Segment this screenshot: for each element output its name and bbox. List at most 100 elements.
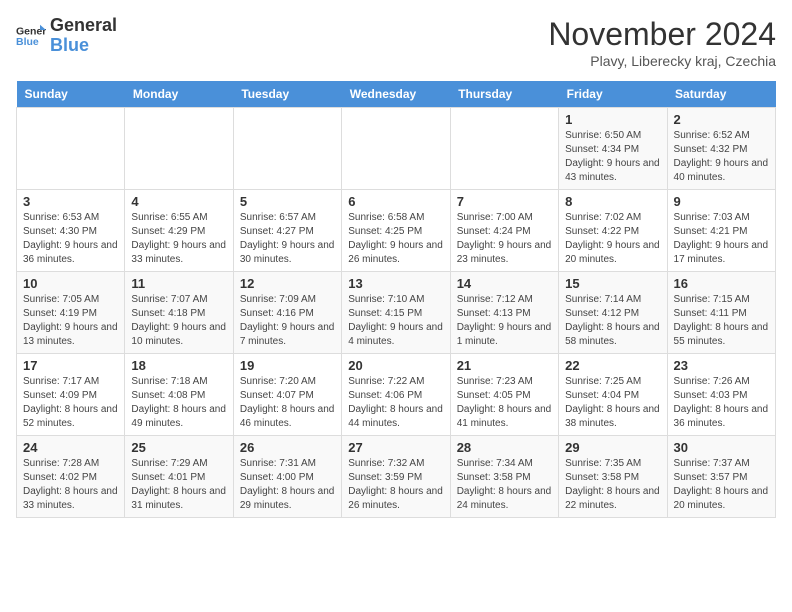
day-number: 29 [565,440,660,455]
title-block: November 2024 Plavy, Liberecky kraj, Cze… [548,16,776,69]
calendar-cell: 9Sunrise: 7:03 AM Sunset: 4:21 PM Daylig… [667,190,775,272]
calendar-cell: 12Sunrise: 7:09 AM Sunset: 4:16 PM Dayli… [233,272,341,354]
page-header: General Blue General Blue November 2024 … [16,16,776,69]
day-number: 15 [565,276,660,291]
day-number: 14 [457,276,552,291]
calendar-cell: 28Sunrise: 7:34 AM Sunset: 3:58 PM Dayli… [450,436,558,518]
day-number: 19 [240,358,335,373]
day-info: Sunrise: 7:02 AM Sunset: 4:22 PM Dayligh… [565,211,660,267]
weekday-header-wednesday: Wednesday [342,81,450,108]
weekday-header-tuesday: Tuesday [233,81,341,108]
day-info: Sunrise: 7:20 AM Sunset: 4:07 PM Dayligh… [240,375,335,431]
calendar-cell: 5 Sunrise: 6:57 AM Sunset: 4:27 PM Daylig… [233,190,341,272]
calendar-cell [125,108,233,190]
calendar-week-5: 24 Sunrise: 7:28 AM Sunset: 4:02 PM Dayli… [17,436,776,518]
day-number: 21 [457,358,552,373]
calendar-week-2: 3 Sunrise: 6:53 AM Sunset: 4:30 PM Daylig… [17,190,776,272]
logo-text-general: General [50,16,117,36]
calendar-cell: 24 Sunrise: 7:28 AM Sunset: 4:02 PM Dayli… [17,436,125,518]
weekday-header-friday: Friday [559,81,667,108]
day-number: 18 [131,358,226,373]
day-info: Sunrise: 7:14 AM Sunset: 4:12 PM Dayligh… [565,293,660,349]
day-number: 10 [23,276,118,291]
day-number: 2 [674,112,769,127]
day-number: 22 [565,358,660,373]
day-number: 13 [348,276,443,291]
day-number: 8 [565,194,660,209]
logo-text-blue: Blue [50,36,117,56]
day-info: Sunrise: 7:12 AM Sunset: 4:13 PM Dayligh… [457,293,552,349]
calendar-cell: 16 Sunrise: 7:15 AM Sunset: 4:11 PM Dayli… [667,272,775,354]
day-number: 23 [674,358,769,373]
calendar-cell [342,108,450,190]
calendar-cell: 20Sunrise: 7:22 AM Sunset: 4:06 PM Dayli… [342,354,450,436]
day-info: Sunrise: 7:31 AM Sunset: 4:00 PM Dayligh… [240,457,335,513]
day-info: Sunrise: 6:58 AM Sunset: 4:25 PM Dayligh… [348,211,443,267]
day-info: Sunrise: 7:10 AM Sunset: 4:15 PM Dayligh… [348,293,443,349]
calendar-cell: 26 Sunrise: 7:31 AM Sunset: 4:00 PM Dayli… [233,436,341,518]
calendar-cell: 23 Sunrise: 7:26 AM Sunset: 4:03 PM Dayli… [667,354,775,436]
calendar-cell: 6Sunrise: 6:58 AM Sunset: 4:25 PM Daylig… [342,190,450,272]
day-info: Sunrise: 7:05 AM Sunset: 4:19 PM Dayligh… [23,293,118,349]
day-number: 17 [23,358,118,373]
calendar-cell: 1 Sunrise: 6:50 AM Sunset: 4:34 PM Daylig… [559,108,667,190]
day-number: 11 [131,276,226,291]
day-info: Sunrise: 7:07 AM Sunset: 4:18 PM Dayligh… [131,293,226,349]
calendar-cell [233,108,341,190]
day-info: Sunrise: 7:29 AM Sunset: 4:01 PM Dayligh… [131,457,226,513]
day-number: 26 [240,440,335,455]
day-info: Sunrise: 7:35 AM Sunset: 3:58 PM Dayligh… [565,457,660,513]
day-info: Sunrise: 7:26 AM Sunset: 4:03 PM Dayligh… [674,375,769,431]
calendar-cell: 29 Sunrise: 7:35 AM Sunset: 3:58 PM Dayli… [559,436,667,518]
logo-icon: General Blue [16,21,46,51]
calendar-cell: 11 Sunrise: 7:07 AM Sunset: 4:18 PM Dayli… [125,272,233,354]
day-number: 20 [348,358,443,373]
weekday-header-saturday: Saturday [667,81,775,108]
day-number: 1 [565,112,660,127]
calendar-cell: 27Sunrise: 7:32 AM Sunset: 3:59 PM Dayli… [342,436,450,518]
day-number: 16 [674,276,769,291]
calendar-cell: 4Sunrise: 6:55 AM Sunset: 4:29 PM Daylig… [125,190,233,272]
weekday-header-row: SundayMondayTuesdayWednesdayThursdayFrid… [17,81,776,108]
calendar-cell: 15 Sunrise: 7:14 AM Sunset: 4:12 PM Dayli… [559,272,667,354]
calendar-cell: 2 Sunrise: 6:52 AM Sunset: 4:32 PM Daylig… [667,108,775,190]
calendar-cell: 8 Sunrise: 7:02 AM Sunset: 4:22 PM Daylig… [559,190,667,272]
day-number: 7 [457,194,552,209]
calendar-cell: 30 Sunrise: 7:37 AM Sunset: 3:57 PM Dayli… [667,436,775,518]
calendar-cell: 25Sunrise: 7:29 AM Sunset: 4:01 PM Dayli… [125,436,233,518]
calendar-week-1: 1 Sunrise: 6:50 AM Sunset: 4:34 PM Daylig… [17,108,776,190]
calendar-cell: 19 Sunrise: 7:20 AM Sunset: 4:07 PM Dayli… [233,354,341,436]
month-title: November 2024 [548,16,776,53]
day-info: Sunrise: 6:50 AM Sunset: 4:34 PM Dayligh… [565,129,660,185]
calendar-table: SundayMondayTuesdayWednesdayThursdayFrid… [16,81,776,518]
calendar-cell: 13 Sunrise: 7:10 AM Sunset: 4:15 PM Dayli… [342,272,450,354]
day-number: 5 [240,194,335,209]
day-number: 4 [131,194,226,209]
day-number: 3 [23,194,118,209]
day-info: Sunrise: 7:00 AM Sunset: 4:24 PM Dayligh… [457,211,552,267]
location: Plavy, Liberecky kraj, Czechia [548,53,776,69]
calendar-week-3: 10 Sunrise: 7:05 AM Sunset: 4:19 PM Dayli… [17,272,776,354]
day-info: Sunrise: 7:18 AM Sunset: 4:08 PM Dayligh… [131,375,226,431]
weekday-header-monday: Monday [125,81,233,108]
day-info: Sunrise: 7:09 AM Sunset: 4:16 PM Dayligh… [240,293,335,349]
day-info: Sunrise: 6:53 AM Sunset: 4:30 PM Dayligh… [23,211,118,267]
day-number: 24 [23,440,118,455]
calendar-cell: 18 Sunrise: 7:18 AM Sunset: 4:08 PM Dayli… [125,354,233,436]
day-info: Sunrise: 7:15 AM Sunset: 4:11 PM Dayligh… [674,293,769,349]
day-info: Sunrise: 7:03 AM Sunset: 4:21 PM Dayligh… [674,211,769,267]
day-number: 30 [674,440,769,455]
weekday-header-thursday: Thursday [450,81,558,108]
calendar-cell: 10 Sunrise: 7:05 AM Sunset: 4:19 PM Dayli… [17,272,125,354]
day-info: Sunrise: 7:32 AM Sunset: 3:59 PM Dayligh… [348,457,443,513]
day-info: Sunrise: 7:28 AM Sunset: 4:02 PM Dayligh… [23,457,118,513]
day-info: Sunrise: 7:17 AM Sunset: 4:09 PM Dayligh… [23,375,118,431]
logo: General Blue General Blue [16,16,117,56]
day-info: Sunrise: 7:37 AM Sunset: 3:57 PM Dayligh… [674,457,769,513]
calendar-cell [450,108,558,190]
calendar-cell: 22Sunrise: 7:25 AM Sunset: 4:04 PM Dayli… [559,354,667,436]
calendar-week-4: 17 Sunrise: 7:17 AM Sunset: 4:09 PM Dayli… [17,354,776,436]
calendar-cell: 14 Sunrise: 7:12 AM Sunset: 4:13 PM Dayli… [450,272,558,354]
day-info: Sunrise: 6:52 AM Sunset: 4:32 PM Dayligh… [674,129,769,185]
day-info: Sunrise: 6:57 AM Sunset: 4:27 PM Dayligh… [240,211,335,267]
